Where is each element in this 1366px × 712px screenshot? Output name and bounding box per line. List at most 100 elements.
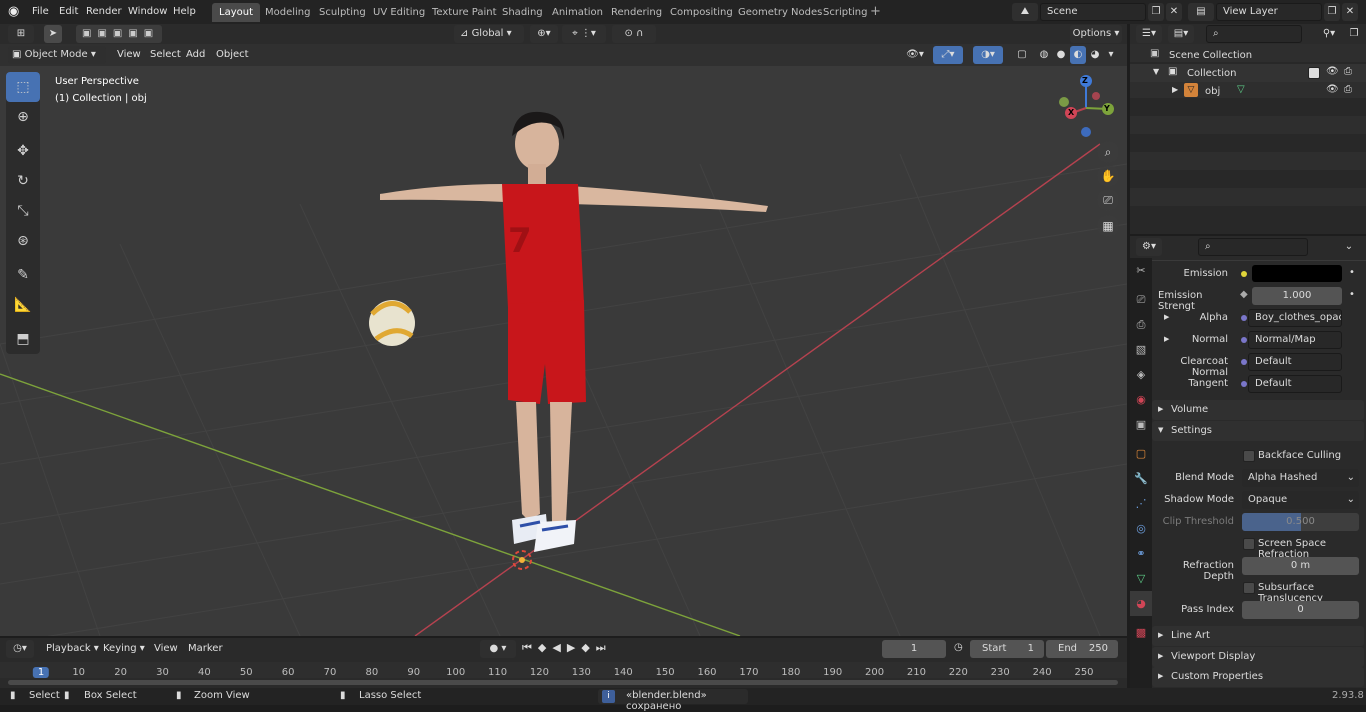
gizmo-toggle-icon[interactable]: ⤢▾ [933, 46, 963, 64]
annotate-tool-icon[interactable]: ✎ [6, 260, 40, 290]
shadow-mode-dropdown[interactable]: Opaque ⌄ [1242, 491, 1359, 509]
preview-range-icon[interactable]: ◷ [954, 642, 963, 653]
normal-link-field[interactable]: Normal/Map [1248, 331, 1342, 349]
emission-keyframe-icon[interactable]: • [1349, 267, 1355, 278]
world-tab-icon[interactable]: ◉ [1130, 387, 1152, 412]
clearcoat-normal-field[interactable]: Default [1248, 353, 1342, 371]
tab-animation[interactable]: Animation [545, 3, 610, 22]
modifiers-tab-icon[interactable]: 🔧 [1130, 466, 1152, 491]
timeline-menu-view[interactable]: View [150, 640, 182, 658]
ssr-checkbox[interactable] [1243, 538, 1255, 550]
view-layer-copy-icon[interactable]: ❐ [1324, 3, 1340, 21]
object-expand-icon[interactable]: ▶ [1172, 85, 1178, 94]
mesh-data-icon[interactable]: ▽ [1237, 84, 1245, 95]
pivot-point-icon[interactable]: ⊕▾ [530, 25, 558, 43]
settings-panel-header[interactable]: ▼ Settings [1152, 421, 1364, 441]
tab-layout[interactable]: Layout [212, 3, 260, 22]
viewport-menu-select[interactable]: Select [146, 46, 185, 64]
alpha-socket-icon[interactable] [1241, 315, 1247, 321]
object-row[interactable]: ▶ ▽ obj ▽ 👁 ⎙ [1130, 82, 1366, 100]
scene-close-icon[interactable]: ✕ [1166, 3, 1182, 21]
emission-strength-field[interactable]: 1.000 [1252, 287, 1342, 305]
menu-file[interactable]: File [28, 3, 53, 21]
volume-panel-header[interactable]: ▶ Volume [1152, 400, 1364, 420]
scene-tab-icon[interactable]: ◈ [1130, 362, 1152, 387]
snap-icon[interactable]: ⌖ ⋮▾ [562, 25, 606, 43]
collection-render-icon[interactable]: ⎙ [1344, 66, 1352, 77]
menu-help[interactable]: Help [169, 3, 200, 21]
rotate-tool-icon[interactable]: ↻ [6, 166, 40, 196]
tab-sculpting[interactable]: Sculpting [312, 3, 373, 22]
wireframe-shading-icon[interactable]: ◍ [1036, 46, 1052, 64]
menu-window[interactable]: Window [124, 3, 171, 21]
view-layer-tab-icon[interactable]: ▧ [1130, 337, 1152, 362]
material-shading-icon[interactable]: ◐ [1070, 46, 1086, 64]
menu-edit[interactable]: Edit [55, 3, 82, 21]
outliner-editor-type-button[interactable]: ☰▾ [1136, 25, 1162, 43]
proportional-edit-icon[interactable]: ⊙ ∩ [612, 25, 656, 43]
collection-expand-icon[interactable]: ▼ [1153, 67, 1159, 76]
zoom-icon[interactable]: ⌕ [1097, 141, 1119, 163]
volleyball[interactable] [369, 300, 415, 346]
status-message[interactable]: i «blender.blend» сохранено [598, 689, 748, 712]
add-cube-tool-icon[interactable]: ⬒ [6, 324, 40, 354]
tab-rendering[interactable]: Rendering [604, 3, 669, 22]
end-frame-field[interactable]: End 250 [1046, 640, 1118, 658]
auto-keying-button[interactable]: ● ▾ [480, 640, 516, 658]
tab-texture-paint[interactable]: Texture Paint [425, 3, 504, 22]
emission-socket-icon[interactable] [1241, 271, 1247, 277]
overlay-toggle-icon[interactable]: ◑▾ [973, 46, 1003, 64]
play-reverse-icon[interactable]: ◀ [552, 641, 560, 654]
line-art-panel-header[interactable]: ▶ Line Art [1152, 626, 1364, 646]
backface-culling-checkbox[interactable] [1243, 450, 1255, 462]
pan-hand-icon[interactable]: ✋ [1097, 165, 1119, 187]
tab-geometry-nodes[interactable]: Geometry Nodes [731, 3, 829, 22]
collection-row[interactable]: ▼ ▣ Collection 👁 ⎙ [1130, 64, 1366, 82]
sss-checkbox[interactable] [1243, 582, 1255, 594]
viewport-display-panel-header[interactable]: ▶ Viewport Display [1152, 647, 1364, 667]
tab-shading[interactable]: Shading [495, 3, 550, 22]
current-frame-field[interactable]: 1 [882, 640, 946, 658]
move-tool-icon[interactable]: ✥ [6, 136, 40, 166]
output-tab-icon[interactable]: ⎙ [1130, 312, 1152, 337]
timeline-menu-keying[interactable]: Keying ▾ [99, 640, 149, 658]
properties-options-icon[interactable]: ⌄ [1340, 238, 1358, 256]
texture-tab-icon[interactable]: ▩ [1130, 620, 1152, 645]
tab-compositing[interactable]: Compositing [663, 3, 740, 22]
tab-uv-editing[interactable]: UV Editing [366, 3, 432, 22]
play-icon[interactable]: ▶ [567, 641, 575, 654]
timeline-scrollbar[interactable] [8, 680, 1118, 685]
select-mode-icons[interactable]: ▣▣▣▣▣ [76, 25, 162, 43]
transform-tool-icon[interactable]: ⊛ [6, 226, 40, 256]
3d-viewport[interactable]: 7 User Perspective (1) Collection | obj … [0, 44, 1127, 636]
viewport-menu-add[interactable]: Add [182, 46, 209, 64]
collection-tab-icon[interactable]: ▣ [1130, 412, 1152, 437]
scene-field[interactable]: Scene [1040, 3, 1146, 21]
physics-tab-icon[interactable]: ◎ [1130, 516, 1152, 541]
measure-tool-icon[interactable]: 📐 [6, 290, 40, 320]
scale-tool-icon[interactable]: ⤡ [6, 196, 40, 226]
constraints-tab-icon[interactable]: ⚭ [1130, 541, 1152, 566]
view-layer-field[interactable]: View Layer [1216, 3, 1322, 21]
emission-strength-keyframe-icon[interactable]: • [1349, 289, 1355, 300]
blender-logo-icon[interactable]: ◉ [8, 4, 24, 20]
current-frame-marker[interactable]: 1 [32, 667, 50, 678]
tool-tab-icon[interactable]: ✂ [1130, 258, 1152, 283]
prev-keyframe-icon[interactable]: ◆ [538, 641, 546, 654]
options-dropdown[interactable]: Options ▾ [1070, 25, 1122, 43]
outliner-search-input[interactable]: ⌕ [1206, 25, 1302, 43]
perspective-toggle-icon[interactable]: ▦ [1097, 215, 1119, 237]
timeline-editor-type-button[interactable]: ◷▾ [6, 640, 34, 658]
rendered-shading-icon[interactable]: ◕ [1087, 46, 1103, 64]
menu-render[interactable]: Render [82, 3, 126, 21]
tangent-socket-icon[interactable] [1241, 381, 1247, 387]
scene-collection-label[interactable]: Scene Collection [1169, 50, 1252, 61]
view-layer-browse-button[interactable]: ▤ [1188, 3, 1214, 21]
pass-index-field[interactable]: 0 [1242, 601, 1359, 619]
scene-copy-icon[interactable]: ❐ [1148, 3, 1164, 21]
filter-icon[interactable]: ⚲▾ [1316, 25, 1342, 43]
xray-icon[interactable]: ▢ [1014, 46, 1030, 64]
collection-visibility-icon[interactable]: 👁 [1326, 66, 1339, 77]
particles-tab-icon[interactable]: ⋰ [1130, 491, 1152, 516]
normal-socket-icon[interactable] [1241, 337, 1247, 343]
